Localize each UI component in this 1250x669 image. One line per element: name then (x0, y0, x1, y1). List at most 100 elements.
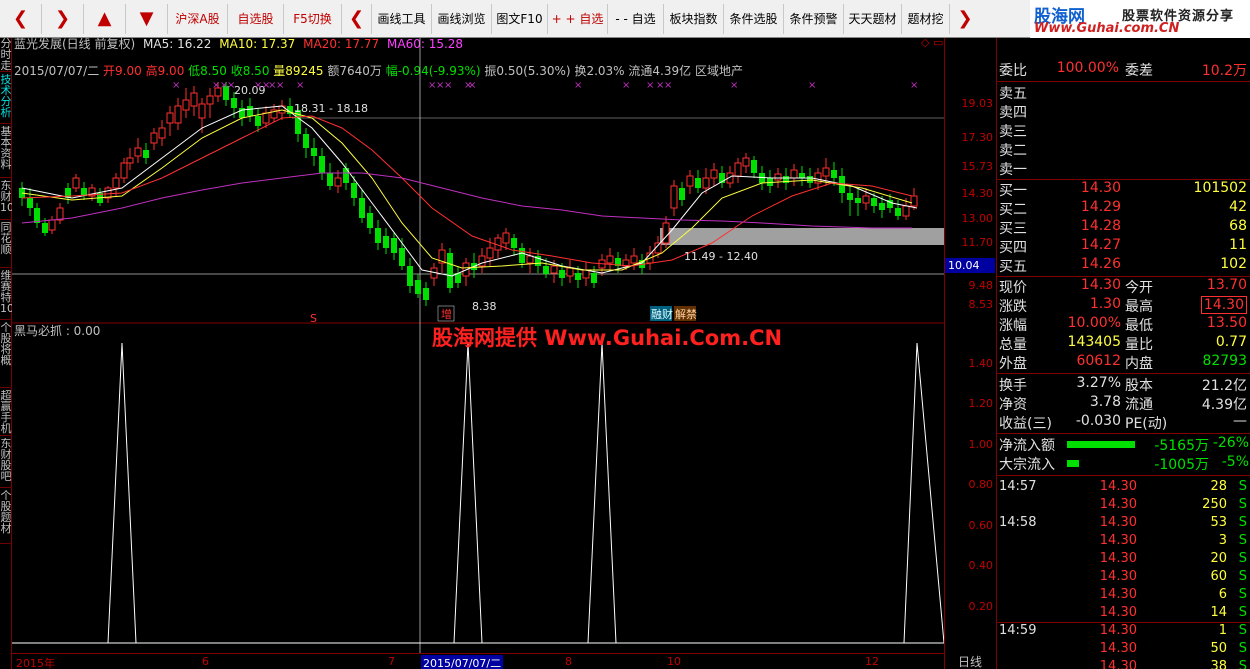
left-tab-0[interactable]: 分时走势 (0, 38, 12, 72)
daily-topic-button[interactable]: 天天题材 (844, 3, 902, 34)
bid-label: 买五 (999, 259, 1027, 275)
tick-side: S (1238, 569, 1247, 584)
more-arrow-icon[interactable]: ❯ (950, 4, 980, 34)
price-tick: 9.48 (968, 279, 994, 292)
down-arrow-icon[interactable]: ▼ (126, 3, 168, 34)
left-tab-6[interactable]: 个股将概 (0, 322, 12, 388)
stat-value: 82793 (1202, 353, 1247, 369)
candle-body (679, 188, 685, 200)
tick-row: 14.30 3 S (997, 533, 1250, 551)
add-watch-button[interactable]: + + 自选 (548, 3, 608, 34)
quote-row: 买三 14.28 68 (997, 218, 1250, 237)
remove-watch-button[interactable]: - - 自选 (608, 3, 664, 34)
gap-zone (660, 228, 944, 245)
tick-side: S (1238, 479, 1247, 494)
tick-price: 14.30 (1099, 569, 1137, 584)
date-tick: 2015/07/07/二 (421, 655, 504, 669)
candle-body (42, 223, 48, 233)
market-button[interactable]: 沪深A股 (168, 3, 228, 34)
left-tab-3[interactable]: 东财10 (0, 180, 12, 220)
quote-row: 卖五 (997, 83, 1250, 102)
flow-value: -1005万 (1154, 457, 1209, 473)
condition-select-button[interactable]: 条件选股 (724, 3, 784, 34)
stat-value: 3.78 (1089, 394, 1121, 410)
up-arrow-icon[interactable]: ▲ (84, 3, 126, 34)
tick-vol: 6 (1218, 587, 1227, 602)
tick-row: 14.30 60 S (997, 569, 1250, 587)
fin-marker: 融财 (651, 307, 673, 321)
candle-body (158, 127, 166, 139)
price-tick: 11.70 (961, 236, 994, 249)
tick-price: 14.30 (1099, 515, 1137, 530)
separator (997, 373, 1250, 374)
candle-body (262, 112, 270, 124)
bid-price: 14.27 (1080, 237, 1121, 253)
quote-row: 收益(三) -0.030 PE(动) — (997, 413, 1250, 432)
toolbar: ❮ ❯ ▲ ▼ 沪深A股 自选股 F5切换 ❮ 画线工具 画线浏览 图文F10 … (0, 0, 1030, 38)
separator (997, 81, 1250, 82)
tick-vol: 1 (1218, 623, 1227, 638)
tick-time: 14:59 (999, 623, 1037, 638)
tick-row: 14.30 20 S (997, 551, 1250, 569)
price-axis: 19.03 17.30 15.73 14.30 13.00 11.70 9.48 8.53 1.… (944, 38, 996, 669)
tick-side: S (1238, 641, 1247, 656)
sub-tick: 1.20 (968, 397, 994, 410)
stat-value: 21.2亿 (1201, 378, 1247, 394)
watchlist-button[interactable]: 自选股 (228, 3, 284, 34)
tick-vol: 3 (1218, 533, 1227, 548)
price-tick: 19.03 (961, 97, 994, 110)
stat-label: 收益(三) (999, 416, 1052, 432)
f10-button[interactable]: 图文F10 (492, 3, 548, 34)
stat-label: PE(动) (1125, 416, 1168, 432)
period-button[interactable]: 日线 (944, 653, 996, 669)
candle-body (855, 198, 861, 203)
bid-price: 14.29 (1080, 199, 1121, 215)
candle-body (150, 132, 158, 144)
quote-row: 卖一 (997, 159, 1250, 178)
back-arrow-icon[interactable]: ❮ (0, 3, 42, 34)
left-tab-9[interactable]: 个股题材 (0, 490, 12, 544)
f5-switch-button[interactable]: F5切换 (284, 3, 342, 34)
tick-price: 14.30 (1099, 551, 1137, 566)
price-tick: 14.30 (961, 187, 994, 200)
sector-index-button[interactable]: 板块指数 (664, 3, 724, 34)
stat-value: 14.30 (1080, 277, 1121, 293)
left-tab-8[interactable]: 东财股吧 (0, 438, 12, 488)
topic-dig-button[interactable]: 题材挖 (902, 3, 950, 34)
left-arrow-icon[interactable]: ❮ (342, 3, 372, 34)
flow-pct: -5% (1221, 454, 1249, 470)
stat-value: 143405 (1067, 334, 1121, 350)
quote-panel: 委比 100.00% 委差 10.2万 卖五 卖四 卖三 卖二 卖一 买一 14.30 101502 买… (996, 38, 1250, 669)
left-tab-1[interactable]: 技术分析 (0, 74, 12, 124)
candle-body (375, 228, 381, 243)
left-tab-2[interactable]: 基本资料 (0, 126, 12, 178)
candle-body (799, 173, 805, 178)
candle-body (190, 92, 198, 107)
quote-row: 外盘 60612 内盘 82793 (997, 353, 1250, 372)
forward-arrow-icon[interactable]: ❯ (42, 3, 84, 34)
stat-value: 3.27% (1076, 375, 1121, 391)
candle-body (543, 266, 549, 274)
price-tick: 13.00 (961, 212, 994, 225)
quote-row: 净流入额 -5165万 -26% (997, 435, 1250, 454)
draw-browse-button[interactable]: 画线浏览 (432, 3, 492, 34)
candle-body (48, 219, 56, 231)
tick-side: S (1238, 515, 1247, 530)
draw-tool-button[interactable]: 画线工具 (372, 3, 432, 34)
bid-vol: 68 (1229, 218, 1247, 234)
left-tab-5[interactable]: 维赛特10 (0, 270, 12, 320)
candle-body (871, 198, 877, 206)
candle-body (343, 168, 349, 183)
candle-body (831, 170, 837, 178)
range-annotation-2: 11.49 - 12.40 (684, 250, 758, 263)
left-tab-7[interactable]: 超赢手机 (0, 390, 12, 436)
candle-body (34, 208, 40, 223)
candle-body (399, 248, 405, 266)
left-tab-4[interactable]: 同花顺 (0, 222, 12, 268)
tick-row: 14:59 14.30 1 S (997, 623, 1250, 641)
bid-label: 买二 (999, 202, 1027, 218)
logo-url: Www.Guhai.com.CN (1034, 21, 1180, 36)
candle-body (822, 167, 830, 177)
condition-alert-button[interactable]: 条件预警 (784, 3, 844, 34)
price-tick: 15.73 (961, 160, 994, 173)
